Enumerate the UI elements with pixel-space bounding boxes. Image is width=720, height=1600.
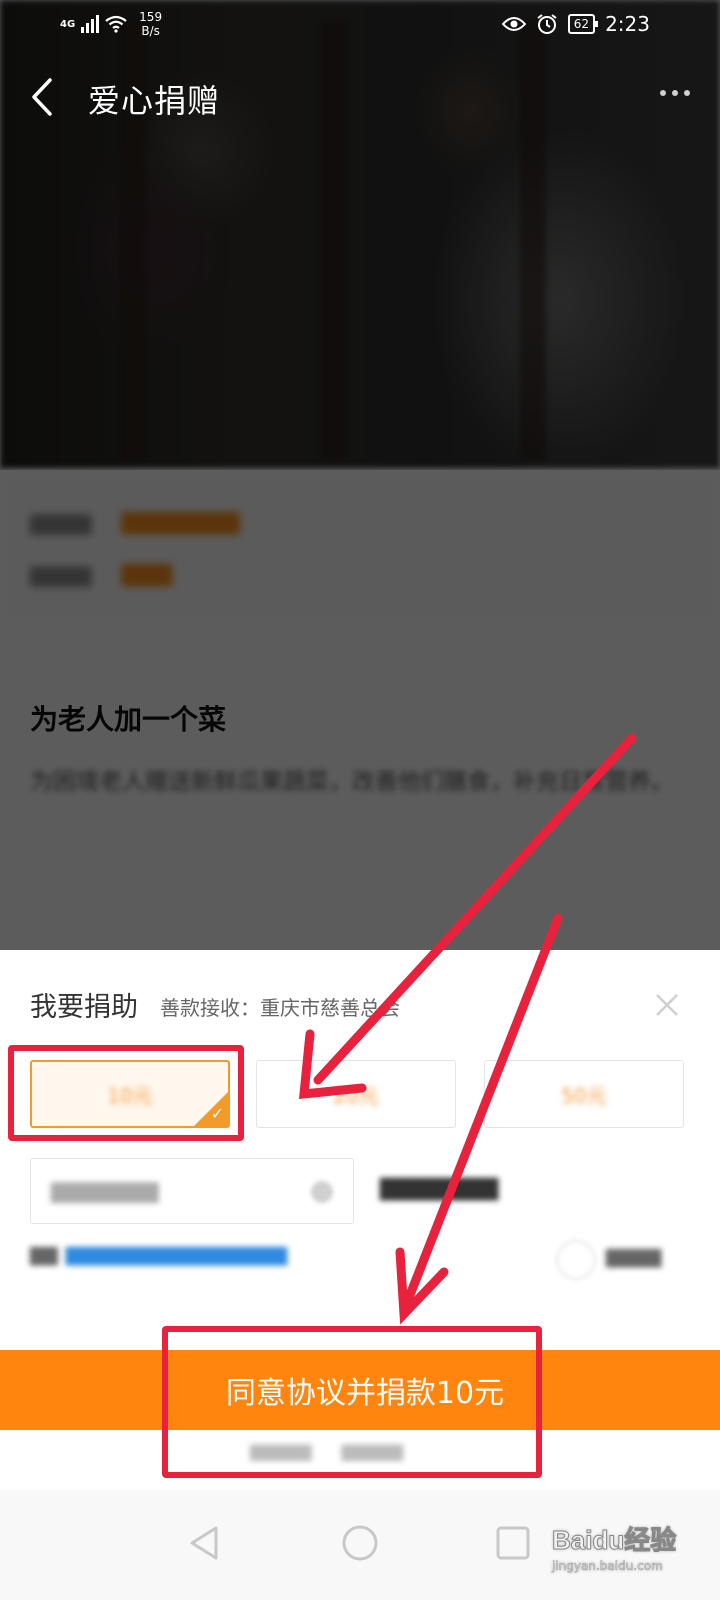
amount-option-50[interactable]: 50元 <box>484 1060 684 1128</box>
amount-option-20[interactable]: 20元 <box>256 1060 456 1128</box>
net-speed-value: 159 <box>139 10 163 24</box>
receiver-info: 善款接收：重庆市慈善总会 <box>160 996 400 1020</box>
project-title: 为老人加一个菜 <box>30 703 227 736</box>
nav-recent-icon[interactable] <box>492 1522 534 1564</box>
watermark: Baidu经验 jingyan.baidu.com <box>551 1520 677 1574</box>
project-content: ▇▇▇▇ ▇▇▇▇▇▇▇ ▇▇▇▇ ▇▇▇ 为老人加一个菜 为困境老人赠送新鲜瓜… <box>0 470 720 950</box>
anonymous-checkbox[interactable] <box>556 1240 596 1280</box>
eye-icon <box>501 17 526 31</box>
clear-icon[interactable] <box>311 1181 333 1203</box>
highlight-box-amount <box>8 1045 244 1141</box>
net-speed-unit: B/s <box>141 24 160 38</box>
anonymous-label: ▇▇▇▇ <box>606 1247 662 1268</box>
status-bar: 4G 159 B/s 62 2:23 <box>0 0 720 50</box>
net-speed: 159 B/s <box>139 10 162 38</box>
project-description: 为困境老人赠送新鲜瓜果蔬菜，改善他们膳食，补充日常营养。 <box>30 769 674 795</box>
custom-amount-placeholder: ▇▇▇▇▇▇▇ <box>51 1179 159 1203</box>
clock: 2:23 <box>605 12 650 36</box>
amount-label: 50元 <box>561 1083 607 1108</box>
nav-back-icon[interactable] <box>184 1522 226 1564</box>
stat-value-raised: ▇▇▇▇▇▇▇ <box>121 510 240 535</box>
random-amount-link[interactable]: ▇▇▇▇▇▇▇ <box>380 1176 498 1201</box>
more-icon[interactable] <box>660 90 690 96</box>
watermark-logo: Baidu经验 <box>551 1525 677 1556</box>
project-stats: ▇▇▇▇ ▇▇▇▇▇▇▇ ▇▇▇▇ ▇▇▇ <box>0 470 720 620</box>
highlight-box-button <box>162 1326 542 1478</box>
alarm-icon <box>537 14 557 34</box>
page-title: 爱心捐赠 <box>88 82 221 120</box>
custom-amount-input[interactable]: ▇▇▇▇▇▇▇ <box>30 1158 354 1224</box>
signal-icon <box>81 15 100 33</box>
stat-value-donors: ▇▇▇ <box>121 562 173 587</box>
stat-label-donors: ▇▇▇▇ <box>30 562 92 587</box>
wifi-icon <box>105 15 127 33</box>
amount-label: 20元 <box>333 1083 379 1108</box>
donation-title: 我要捐助 <box>30 992 138 1023</box>
agreement-label: ▇▇ <box>30 1245 58 1266</box>
agreement-row: ▇▇ ▇▇▇▇▇▇▇▇▇▇▇▇▇▇▇▇ <box>30 1245 287 1266</box>
nav-home-icon[interactable] <box>339 1522 381 1564</box>
back-icon[interactable] <box>24 74 64 120</box>
page-header: 爱心捐赠 <box>0 60 720 140</box>
battery-indicator: 62 <box>567 14 599 34</box>
watermark-url: jingyan.baidu.com <box>552 1559 663 1573</box>
close-icon[interactable] <box>654 992 680 1018</box>
stat-label-raised: ▇▇▇▇ <box>30 510 92 535</box>
agreement-link[interactable]: ▇▇▇▇▇▇▇▇▇▇▇▇▇▇▇▇ <box>66 1245 287 1266</box>
network-type: 4G <box>60 18 76 30</box>
